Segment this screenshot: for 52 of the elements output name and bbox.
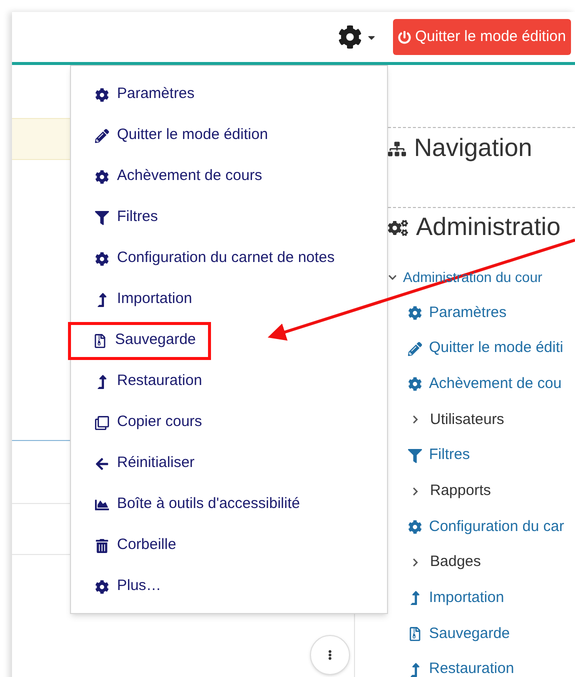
gears-icon <box>388 218 408 238</box>
menu-item[interactable]: Quitter le mode édition <box>71 116 280 154</box>
tree-item[interactable]: Utilisateurs <box>430 408 504 432</box>
pencil-icon <box>95 128 109 142</box>
filter-icon <box>95 210 109 224</box>
settings-icon <box>95 88 109 102</box>
sitemap-icon <box>388 140 406 158</box>
settings-icon <box>338 25 362 49</box>
menu-item[interactable]: Boîte à outils d'accessibilité <box>71 486 312 524</box>
tree-item[interactable]: Paramètres <box>429 302 507 324</box>
up-arrow-icon <box>408 591 422 606</box>
tree-item[interactable]: Achèvement de cou <box>429 372 562 396</box>
settings-icon <box>95 580 109 594</box>
block-title: Administratio <box>416 212 560 244</box>
menu-item[interactable]: Réinitialiser <box>71 444 207 482</box>
settings-icon <box>95 170 109 184</box>
menu-item[interactable]: Paramètres <box>71 76 207 114</box>
up-arrow-icon <box>95 374 109 388</box>
settings-icon <box>95 252 109 266</box>
left-arrow-icon <box>95 456 109 470</box>
tree-item[interactable]: Badges <box>430 551 481 574</box>
filter-icon <box>408 448 422 463</box>
edit-mode-button[interactable]: Quitter le mode édition <box>393 18 571 56</box>
power-icon <box>398 30 412 44</box>
menu-item[interactable]: Sauvegarde <box>68 322 211 360</box>
menu-item[interactable]: Configuration du carnet de notes <box>71 240 347 278</box>
tree-item[interactable]: Filtres <box>429 444 470 467</box>
menu-item[interactable]: Copier cours <box>71 404 214 442</box>
tree-item[interactable]: Sauvegarde <box>429 622 510 646</box>
menu-item[interactable]: Plus… <box>71 568 174 606</box>
menu-item[interactable]: Restauration <box>71 362 214 400</box>
menu-item[interactable]: Filtres <box>71 198 170 236</box>
menu-item[interactable]: Importation <box>71 280 204 318</box>
tree-item[interactable]: Quitter le mode éditi <box>429 337 564 360</box>
pencil-icon <box>408 342 422 356</box>
up-arrow-icon <box>408 662 422 677</box>
settings-icon <box>408 377 422 392</box>
trash-icon <box>95 538 109 552</box>
tree-item[interactable]: Configuration du car <box>429 516 564 538</box>
tree-item[interactable]: Importation <box>429 587 504 610</box>
tree-item[interactable]: Rapports <box>430 480 491 503</box>
file-icon <box>93 334 107 348</box>
tree-item[interactable]: Restauration <box>429 658 514 677</box>
settings-icon <box>408 306 422 320</box>
copy-icon <box>95 416 109 430</box>
settings-icon <box>408 520 422 534</box>
menu-item[interactable]: Achèvement de cours <box>71 158 274 196</box>
block-title: Navigation <box>414 133 532 164</box>
up-arrow-icon <box>95 292 109 306</box>
menu-item[interactable]: Corbeille <box>71 526 188 564</box>
area-chart-icon <box>95 498 109 512</box>
file-icon <box>408 627 422 642</box>
